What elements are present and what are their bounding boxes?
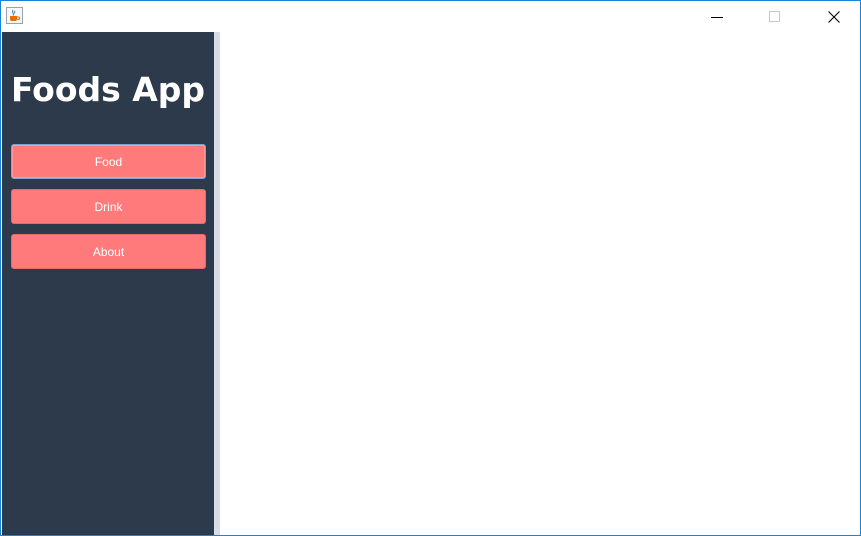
app-window: Foods App Food Drink About [0,0,861,536]
app-title: Foods App [10,70,206,109]
minimize-button[interactable] [694,1,740,32]
drink-button-label: Drink [94,199,123,214]
food-button[interactable]: Food [11,144,206,179]
java-cup-icon[interactable] [6,7,23,24]
drink-button[interactable]: Drink [11,189,206,224]
sidebar: Foods App Food Drink About [2,32,214,535]
content-area: Foods App Food Drink About [2,32,860,535]
title-bar[interactable] [1,1,860,32]
main-panel [220,32,860,535]
food-button-label: Food [94,154,123,169]
maximize-icon [769,10,781,23]
about-button[interactable]: About [11,234,206,269]
close-button[interactable] [811,1,857,32]
minimize-icon [711,11,723,23]
about-button-label: About [92,244,125,259]
close-icon [828,10,840,23]
maximize-button[interactable] [752,1,798,32]
